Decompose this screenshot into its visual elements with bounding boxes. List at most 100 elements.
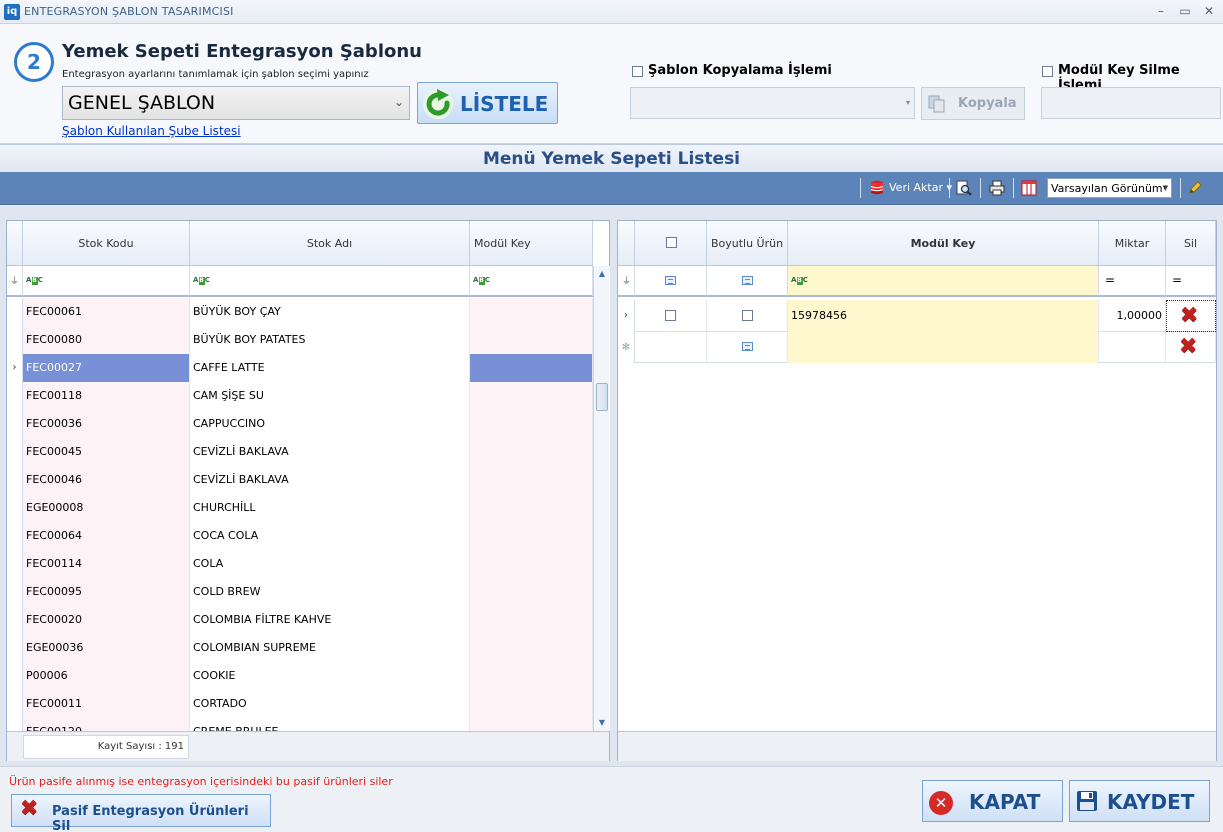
- stock-name-cell[interactable]: CORTADO: [190, 690, 470, 718]
- column-layout-icon[interactable]: [1021, 180, 1037, 196]
- copy-target-select[interactable]: ▾: [630, 87, 915, 119]
- stock-code-cell[interactable]: FEC00095: [23, 578, 190, 606]
- column-header-stock-name[interactable]: Stok Adı: [190, 221, 470, 266]
- stock-code-cell[interactable]: EGE00036: [23, 634, 190, 662]
- stock-code-cell[interactable]: FEC00064: [23, 522, 190, 550]
- select-all-checkbox[interactable]: [666, 237, 677, 248]
- stock-code-cell[interactable]: FEC00045: [23, 438, 190, 466]
- column-header-select-all[interactable]: [635, 221, 707, 266]
- module-key-cell[interactable]: [470, 522, 593, 550]
- table-row[interactable]: FEC00045 CEVİZLİ BAKLAVA: [7, 438, 593, 466]
- key-delete-input[interactable]: [1041, 87, 1221, 119]
- stock-code-cell[interactable]: P00006: [23, 662, 190, 690]
- table-row[interactable]: EGE00036 COLOMBIAN SUPREME: [7, 634, 593, 662]
- delete-cell[interactable]: ✖: [1166, 332, 1216, 363]
- stock-name-cell[interactable]: BÜYÜK BOY PATATES: [190, 326, 470, 354]
- stock-code-cell[interactable]: FEC00011: [23, 690, 190, 718]
- column-header-delete[interactable]: Sil: [1166, 221, 1216, 266]
- module-key-cell[interactable]: [470, 494, 593, 522]
- module-key-cell[interactable]: [470, 354, 593, 382]
- stock-code-cell[interactable]: FEC00036: [23, 410, 190, 438]
- passive-delete-button[interactable]: ✖ Pasif Entegrasyon Ürünleri Sil: [11, 794, 271, 832]
- column-header-stock-code[interactable]: Stok Kodu: [23, 221, 190, 266]
- module-key-cell[interactable]: [470, 690, 593, 718]
- table-row[interactable]: FEC00080 BÜYÜK BOY PATATES: [7, 326, 593, 354]
- stock-code-cell[interactable]: FEC00046: [23, 466, 190, 494]
- table-row[interactable]: P00006 COOKIE: [7, 662, 593, 690]
- key-delete-checkbox[interactable]: [1042, 66, 1053, 77]
- chevron-down-icon[interactable]: ⌄: [394, 95, 404, 109]
- stock-code-cell[interactable]: FEC00061: [23, 298, 190, 326]
- module-key-cell[interactable]: [470, 438, 593, 466]
- vertical-scrollbar[interactable]: ▲ ▼: [593, 266, 610, 731]
- stock-name-cell[interactable]: CHURCHİLL: [190, 494, 470, 522]
- close-button[interactable]: ✕ KAPAT: [922, 780, 1063, 822]
- stock-name-cell[interactable]: CEVİZLİ BAKLAVA: [190, 466, 470, 494]
- table-row[interactable]: FEC00061 BÜYÜK BOY ÇAY: [7, 298, 593, 326]
- stock-name-cell[interactable]: CAM ŞİŞE SU: [190, 382, 470, 410]
- delete-cell[interactable]: ✖: [1166, 300, 1216, 332]
- stock-name-cell[interactable]: BÜYÜK BOY ÇAY: [190, 298, 470, 326]
- new-row[interactable]: ✻ ✖: [618, 332, 1216, 363]
- table-row[interactable]: FEC00046 CEVİZLİ BAKLAVA: [7, 466, 593, 494]
- printer-icon[interactable]: [989, 180, 1005, 196]
- save-button[interactable]: KAYDET: [1069, 780, 1210, 822]
- filter-select[interactable]: [635, 266, 707, 297]
- column-header-amount[interactable]: Miktar: [1099, 221, 1166, 266]
- filter-sized-product[interactable]: [707, 266, 788, 297]
- chevron-down-icon[interactable]: ▼: [1163, 184, 1168, 192]
- filter-module-key[interactable]: ABC: [470, 266, 593, 297]
- table-row[interactable]: EGE00008 CHURCHİLL: [7, 494, 593, 522]
- delete-icon[interactable]: ✖: [1180, 305, 1198, 327]
- filter-stock-code[interactable]: ABC: [23, 266, 190, 297]
- stock-code-cell[interactable]: FEC00080: [23, 326, 190, 354]
- delete-icon[interactable]: ✖: [1179, 336, 1197, 358]
- column-header-module-key[interactable]: Modül Key: [788, 221, 1099, 266]
- module-key-cell[interactable]: [470, 550, 593, 578]
- module-key-cell[interactable]: [470, 634, 593, 662]
- module-key-cell[interactable]: [470, 298, 593, 326]
- filter-module-key[interactable]: ABC: [788, 266, 1099, 297]
- table-row[interactable]: FEC00011 CORTADO: [7, 690, 593, 718]
- close-window-button[interactable]: ✕: [1198, 2, 1220, 20]
- stock-code-cell[interactable]: FEC00118: [23, 382, 190, 410]
- maximize-button[interactable]: ▭: [1174, 2, 1196, 20]
- stock-name-cell[interactable]: CEVİZLİ BAKLAVA: [190, 438, 470, 466]
- copy-template-checkbox[interactable]: [632, 66, 643, 77]
- list-button[interactable]: LİSTELE: [417, 82, 558, 124]
- stock-name-cell[interactable]: CREME BRULEE: [190, 718, 470, 731]
- stock-name-cell[interactable]: COLA: [190, 550, 470, 578]
- table-row[interactable]: FEC00020 COLOMBIA FİLTRE KAHVE: [7, 606, 593, 634]
- table-row[interactable]: FEC00118 CAM ŞİŞE SU: [7, 382, 593, 410]
- module-key-cell[interactable]: [470, 466, 593, 494]
- amount-cell[interactable]: 1,00000: [1099, 300, 1166, 332]
- module-key-cell[interactable]: [788, 332, 1099, 363]
- column-header-module-key[interactable]: Modül Key: [470, 221, 593, 266]
- sized-product-cell[interactable]: [707, 300, 788, 332]
- table-row[interactable]: FEC00064 COCA COLA: [7, 522, 593, 550]
- template-select[interactable]: GENEL ŞABLON ⌄: [62, 86, 410, 120]
- stock-code-cell[interactable]: FEC00114: [23, 550, 190, 578]
- module-key-cell[interactable]: [470, 662, 593, 690]
- column-header-sized-product[interactable]: Boyutlu Ürün: [707, 221, 788, 266]
- row-select-cell[interactable]: [635, 332, 707, 363]
- stock-name-cell[interactable]: COLOMBIA FİLTRE KAHVE: [190, 606, 470, 634]
- table-row[interactable]: FEC00036 CAPPUCCINO: [7, 410, 593, 438]
- stock-code-cell[interactable]: FEC00027: [23, 354, 190, 382]
- filter-stock-name[interactable]: ABC: [190, 266, 470, 297]
- row-select-cell[interactable]: [635, 300, 707, 332]
- filter-amount[interactable]: =: [1099, 266, 1166, 297]
- module-key-cell[interactable]: [470, 382, 593, 410]
- stock-name-cell[interactable]: CAFFE LATTE: [190, 354, 470, 382]
- checkbox-null-icon[interactable]: [742, 342, 753, 351]
- stock-name-cell[interactable]: COOKIE: [190, 662, 470, 690]
- module-key-cell[interactable]: [470, 326, 593, 354]
- stock-name-cell[interactable]: COLOMBIAN SUPREME: [190, 634, 470, 662]
- copy-button[interactable]: Kopyala: [921, 87, 1025, 120]
- stock-code-cell[interactable]: FEC00020: [23, 606, 190, 634]
- pencil-icon[interactable]: [1187, 180, 1203, 196]
- sized-product-checkbox[interactable]: [742, 310, 753, 321]
- table-row[interactable]: › 15978456 1,00000 ✖: [618, 300, 1216, 332]
- module-key-cell[interactable]: [470, 606, 593, 634]
- scroll-up-icon[interactable]: ▲: [594, 269, 610, 279]
